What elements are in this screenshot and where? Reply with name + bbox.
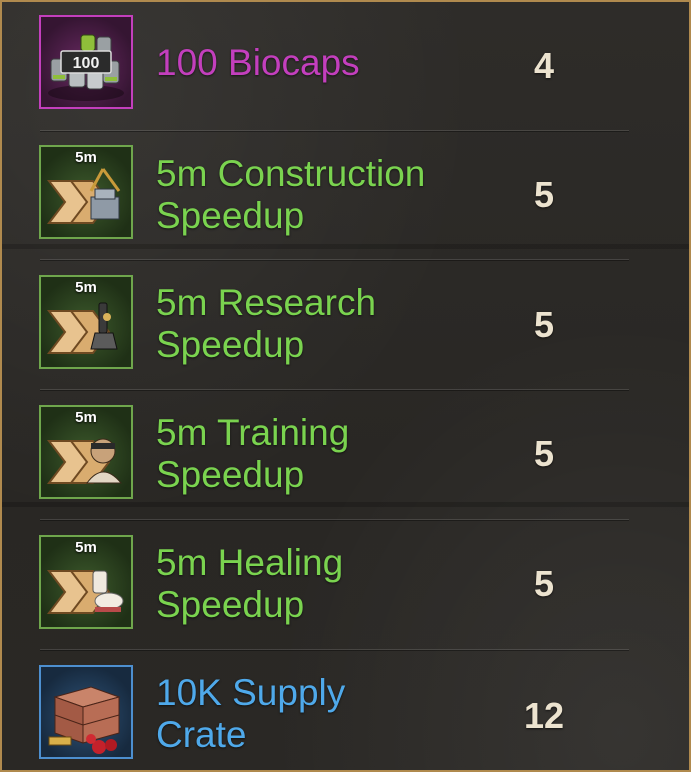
item-name-line: Crate [156,714,247,755]
item-name-line: 100 Biocaps [156,42,360,83]
reward-row-research-speedup: 5m 5m Research Speedup 5 [2,260,629,390]
reward-row-supply-crate: 10K Supply Crate 12 [2,650,629,770]
row-divider [40,130,629,131]
research-speedup-icon: 5m [39,275,133,369]
construction-speedup-icon: 5m [39,145,133,239]
item-name: 10K Supply Crate [156,672,486,756]
item-name: 5m Construction Speedup [156,153,486,237]
item-quantity: 4 [533,45,555,86]
item-name-line: Speedup [156,195,305,236]
item-quantity: 5 [533,433,555,474]
item-name-line: 5m Research [156,282,377,323]
item-quantity: 12 [523,695,565,736]
item-name-line: Speedup [156,584,305,625]
healing-speedup-icon: 5m [39,535,133,629]
item-name: 100 Biocaps [156,42,486,84]
item-quantity: 5 [533,304,555,345]
reward-row-healing-speedup: 5m 5m Healing Speedup 5 [2,520,629,650]
duration-badge: 5m [75,539,97,556]
item-name-line: 5m Healing [156,542,344,583]
item-quantity: 5 [533,174,555,215]
duration-badge: 5m [75,149,97,166]
item-quantity: 5 [533,563,555,604]
item-name-line: 10K Supply [156,672,346,713]
duration-badge: 5m [75,279,97,296]
duration-badge: 5m [75,409,97,426]
reward-row-training-speedup: 5m 5m Training Speedup 5 [2,390,629,520]
reward-list-panel: 100 100 Biocaps 4 5m 5m Construction Spe… [0,0,691,772]
item-name-line: 5m Training [156,412,350,453]
item-name: 5m Research Speedup [156,282,486,366]
reward-row-biocaps: 100 100 Biocaps 4 [2,2,629,132]
item-name-line: Speedup [156,454,305,495]
biocaps-icon: 100 [39,15,133,109]
biocaps-icon-label: 100 [73,55,100,72]
item-name-line: Speedup [156,324,305,365]
supply-crate-icon [39,665,133,759]
reward-row-construction-speedup: 5m 5m Construction Speedup 5 [2,132,629,262]
training-speedup-icon: 5m [39,405,133,499]
item-name: 5m Healing Speedup [156,542,486,626]
item-name-line: 5m Construction [156,153,426,194]
item-name: 5m Training Speedup [156,412,486,496]
